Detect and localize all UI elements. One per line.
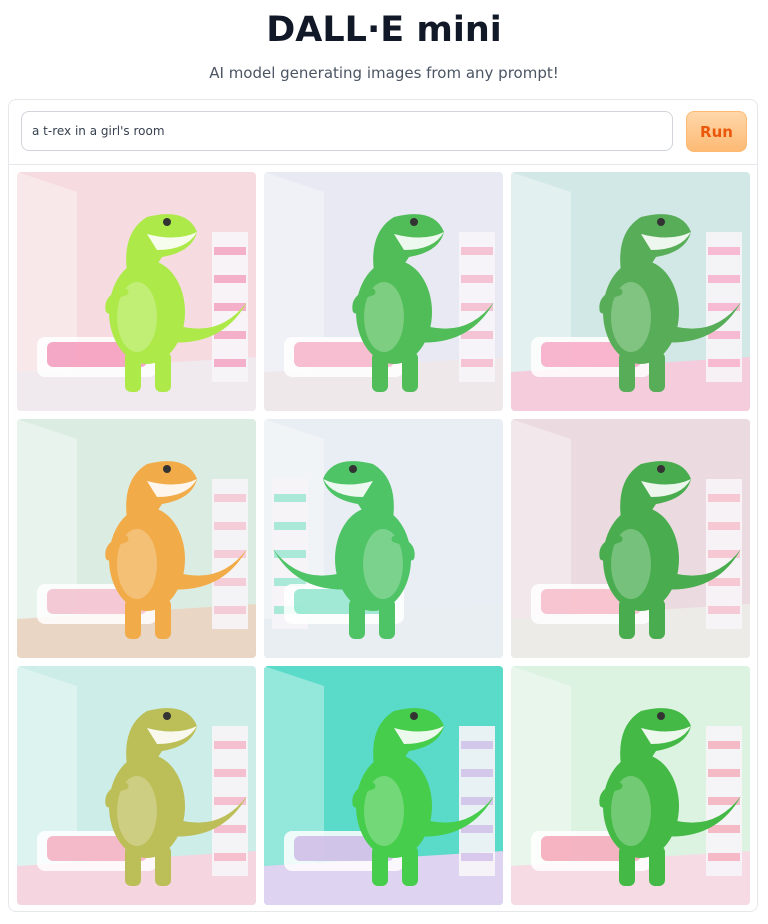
generator-card: Run: [8, 99, 758, 912]
generated-image-5[interactable]: [264, 419, 503, 658]
generated-image-picture: [17, 419, 256, 658]
prompt-row: Run: [9, 100, 757, 165]
generated-image-picture: [511, 419, 750, 658]
generated-image-4[interactable]: [17, 419, 256, 658]
generated-image-picture: [264, 172, 503, 411]
app-page: DALL·E mini AI model generating images f…: [0, 0, 768, 924]
generated-image-picture: [511, 666, 750, 905]
run-button[interactable]: Run: [686, 111, 747, 152]
page-title: DALL·E mini: [266, 10, 502, 50]
generated-image-picture: [511, 172, 750, 411]
generated-image-1[interactable]: [17, 172, 256, 411]
generated-image-9[interactable]: [511, 666, 750, 905]
generated-image-picture: [17, 666, 256, 905]
generated-image-picture: [264, 666, 503, 905]
generated-image-8[interactable]: [264, 666, 503, 905]
generated-image-6[interactable]: [511, 419, 750, 658]
generated-image-3[interactable]: [511, 172, 750, 411]
generated-image-picture: [264, 419, 503, 658]
image-gallery: [9, 164, 757, 912]
generated-image-picture: [17, 172, 256, 411]
prompt-input[interactable]: [21, 111, 673, 151]
page-subtitle: AI model generating images from any prom…: [209, 64, 559, 82]
generated-image-2[interactable]: [264, 172, 503, 411]
generated-image-7[interactable]: [17, 666, 256, 905]
